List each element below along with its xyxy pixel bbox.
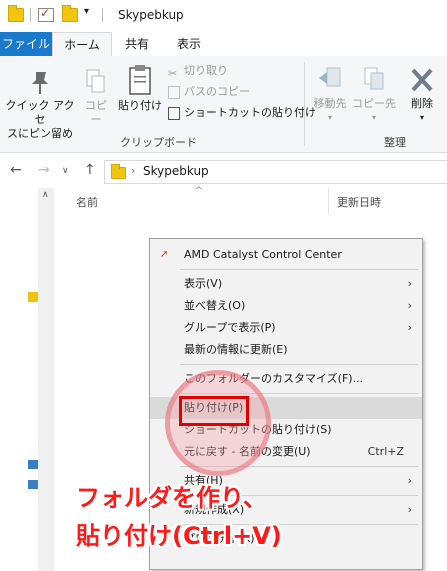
menu-item-label: 最新の情報に更新(E) — [184, 343, 288, 356]
tab-file[interactable]: ファイル — [0, 32, 52, 56]
title-bar: ▾ Skypebkup — [0, 0, 447, 32]
copy-label: コピー — [85, 99, 107, 126]
submenu-arrow-icon: › — [407, 299, 412, 312]
highlight-box — [179, 396, 249, 426]
cut-label: 切り取り — [184, 64, 228, 77]
delete-button[interactable]: 削除 ▾ — [402, 66, 442, 125]
menu-item-amd-catalyst[interactable]: ➚ AMD Catalyst Control Center — [150, 244, 422, 266]
customize-toolbar-chevron-icon[interactable]: ▾ — [84, 6, 89, 17]
clipboard-group-label: クリップボード — [120, 136, 197, 149]
back-arrow-icon[interactable]: ← — [10, 162, 22, 178]
tab-view[interactable]: 表示 — [164, 32, 214, 56]
menu-item-shortcut: Ctrl+Z — [367, 445, 404, 458]
organize-group-label: 整理 — [384, 136, 406, 149]
copy-to-label: コピー先 — [352, 97, 396, 110]
submenu-arrow-icon: › — [407, 503, 412, 516]
copy-path-button[interactable]: パスのコピー — [168, 83, 250, 101]
new-folder-icon[interactable] — [62, 5, 78, 22]
address-path[interactable]: Skypebkup — [143, 164, 209, 178]
nav-pane-drive-icon[interactable] — [28, 480, 38, 489]
sort-caret-icon: ^ — [195, 186, 203, 196]
annotation-line-2: 貼り付け(Ctrl+V) — [76, 522, 282, 550]
paste-shortcut-icon — [168, 106, 180, 120]
delete-label: 削除 — [411, 97, 433, 110]
recent-locations-chevron-icon[interactable]: ∨ — [62, 166, 69, 176]
column-divider[interactable] — [328, 188, 329, 214]
menu-item-sort-by[interactable]: 並べ替え(O) › — [150, 295, 422, 317]
divider — [30, 8, 31, 22]
pin-icon — [27, 68, 53, 96]
group-divider — [304, 62, 305, 146]
copy-to-button[interactable]: コピー先 ▾ — [352, 66, 396, 125]
menu-item-label: グループで表示(P) — [184, 321, 276, 334]
scissors-icon: ✂ — [168, 67, 178, 80]
copy-icon — [83, 68, 109, 96]
menu-item-label: 並べ替え(O) — [184, 299, 246, 312]
delete-chevron-icon: ▾ — [419, 113, 424, 122]
submenu-arrow-icon: › — [407, 321, 412, 334]
menu-separator — [180, 269, 418, 270]
move-to-label: 移動先 — [313, 97, 347, 110]
nav-pane-folder-icon[interactable] — [28, 292, 38, 302]
ribbon: クイック アクセ スにピン留め コピー 貼り付け ✂ 切り取り パスのコピー ショ… — [0, 56, 447, 153]
copy-button[interactable]: コピー — [80, 68, 112, 127]
paste-shortcut-label: ショートカットの貼り付け — [184, 106, 316, 119]
tab-home[interactable]: ホーム — [52, 32, 112, 58]
clipboard-icon — [126, 64, 154, 96]
cut-button[interactable]: ✂ 切り取り — [168, 62, 228, 80]
move-to-icon — [317, 66, 343, 94]
copy-path-label: パスのコピー — [184, 85, 250, 98]
paste-shortcut-button[interactable]: ショートカットの貼り付け — [168, 104, 316, 122]
copy-path-icon — [168, 85, 180, 99]
column-header-date-modified[interactable]: 更新日時 — [337, 194, 381, 210]
menu-item-label: 表示(V) — [184, 277, 223, 290]
move-to-button[interactable]: 移動先 ▾ — [308, 66, 352, 125]
move-to-chevron-icon: ▾ — [327, 113, 332, 122]
up-arrow-icon[interactable]: ↑ — [84, 162, 96, 178]
properties-check-icon[interactable] — [38, 6, 54, 22]
column-header-name[interactable]: 名前 — [76, 194, 98, 210]
folder-icon — [111, 164, 126, 179]
pin-to-quick-access-label: クイック アクセ スにピン留め — [5, 99, 75, 140]
menu-item-view[interactable]: 表示(V) › — [150, 273, 422, 295]
paste-label: 貼り付け — [118, 99, 162, 112]
nav-pane-pc-icon[interactable] — [28, 460, 38, 469]
delete-x-icon — [409, 66, 435, 94]
paste-button[interactable]: 貼り付け — [116, 64, 164, 113]
divider — [102, 8, 103, 22]
submenu-arrow-icon: › — [407, 474, 412, 487]
ribbon-tabs: ファイル ホーム 共有 表示 — [0, 32, 447, 58]
menu-separator — [180, 364, 418, 365]
tab-share[interactable]: 共有 — [112, 32, 162, 56]
address-box[interactable]: › Skypebkup — [104, 160, 447, 184]
forward-arrow-icon[interactable]: → — [38, 162, 50, 178]
copy-to-chevron-icon: ▾ — [371, 113, 376, 122]
breadcrumb-chevron-icon[interactable]: › — [131, 164, 135, 177]
scroll-up-icon[interactable]: ∧ — [42, 190, 49, 200]
submenu-arrow-icon: › — [407, 277, 412, 290]
pin-to-quick-access-button[interactable]: クイック アクセ スにピン留め — [4, 68, 76, 141]
menu-item-group-by[interactable]: グループで表示(P) › — [150, 317, 422, 339]
folder-icon — [8, 5, 24, 22]
menu-item-refresh[interactable]: 最新の情報に更新(E) — [150, 339, 422, 361]
menu-item-label: AMD Catalyst Control Center — [184, 248, 342, 261]
nav-pane-scrollbar[interactable]: ∧ — [38, 188, 54, 571]
annotation-line-1: フォルダを作り、 — [76, 484, 268, 512]
amd-logo-icon: ➚ — [160, 249, 169, 260]
copy-to-icon — [361, 66, 387, 94]
navigation-bar: ← → ∨ ↑ › Skypebkup — [0, 154, 447, 188]
window-title: Skypebkup — [118, 8, 184, 22]
